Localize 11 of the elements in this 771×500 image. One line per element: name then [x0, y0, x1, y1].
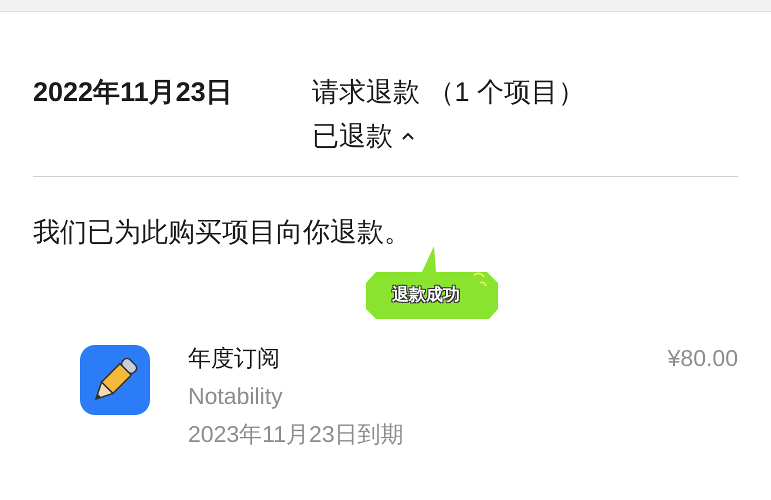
item-name: 年度订阅	[188, 344, 281, 373]
refund-message: 我们已为此购买项目向你退款。	[33, 216, 412, 249]
order-date: 2022年11月23日	[33, 76, 234, 109]
app-name: Notability	[188, 382, 284, 411]
chevron-up-icon	[401, 131, 415, 141]
pencil-app-icon	[80, 345, 150, 415]
item-price: ¥80.00	[668, 344, 738, 373]
order-title: 请求退款 （1 个项目）	[312, 76, 586, 109]
status-toggle[interactable]: 已退款	[312, 118, 586, 154]
sticker-label: 退款成功	[392, 284, 460, 306]
expiry-date: 2023年11月23日到期	[188, 420, 405, 449]
